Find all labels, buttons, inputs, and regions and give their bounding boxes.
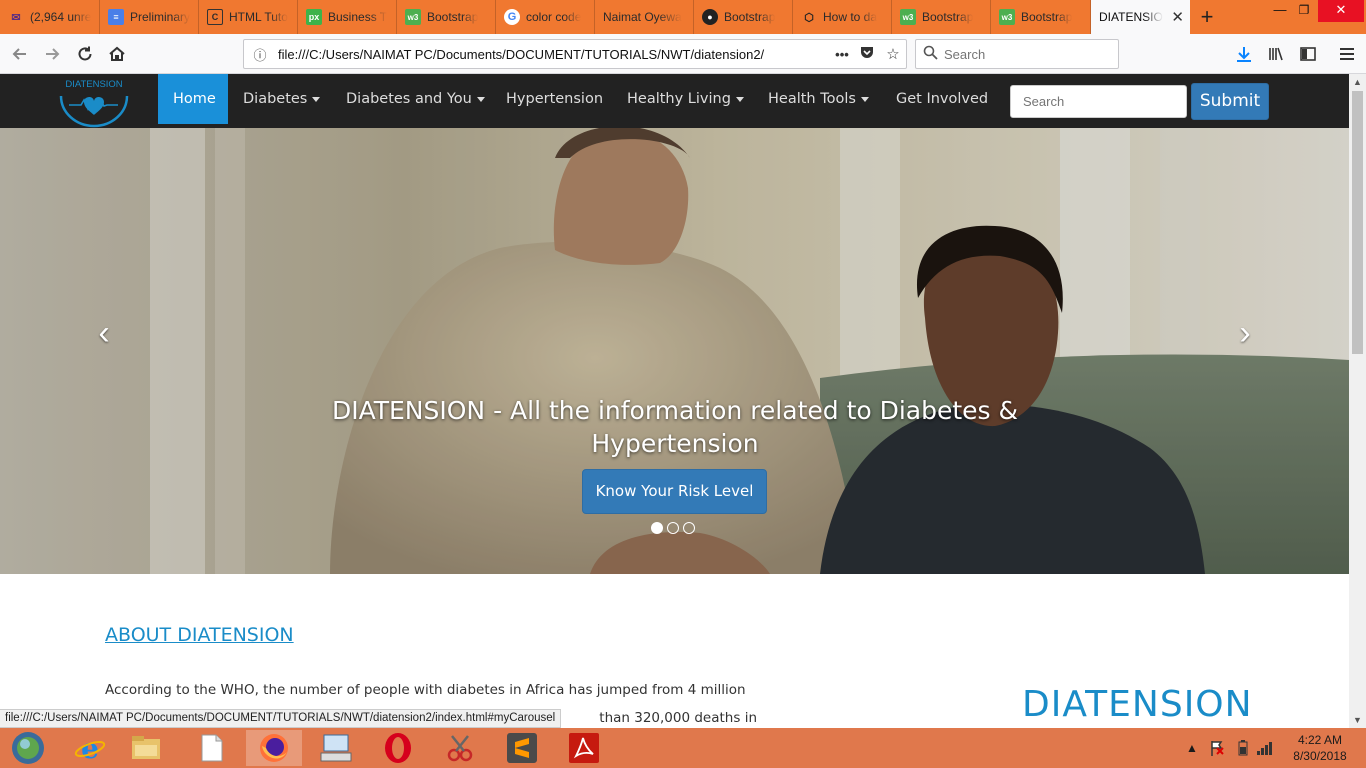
on-screen-keyboard-icon[interactable]	[308, 730, 364, 766]
url-bar[interactable]: ⓘ file:///C:/Users/NAIMAT PC/Documents/D…	[243, 39, 907, 69]
snipping-tool-icon[interactable]	[432, 730, 488, 766]
windows-taskbar: e ▲ 4:22 AM 8/30/2018	[0, 728, 1366, 768]
library-icon[interactable]	[1264, 42, 1288, 66]
browser-tab-business[interactable]: px Business T	[298, 0, 397, 34]
browser-tab-bootstrap-2[interactable]: w3 Bootstrap	[892, 0, 991, 34]
chevron-up-icon[interactable]: ▲	[1186, 741, 1198, 755]
browser-tab-mail[interactable]: ✉ (2,964 unre	[0, 0, 100, 34]
scroll-down-icon[interactable]: ▼	[1349, 712, 1366, 728]
carousel-indicator-2[interactable]	[667, 522, 679, 534]
show-hidden-icons[interactable]: ▲	[1186, 728, 1198, 768]
scroll-up-icon[interactable]: ▲	[1349, 74, 1366, 90]
menu-icon[interactable]	[1335, 42, 1359, 66]
site-search-input[interactable]	[1023, 94, 1173, 109]
new-tab-icon[interactable]: +	[1196, 3, 1218, 31]
bookmark-star-icon[interactable]: ☆	[880, 45, 906, 63]
doc-icon: ≡	[108, 9, 124, 25]
caption-line-2: Hypertension	[591, 429, 759, 458]
notepad-icon[interactable]	[184, 730, 240, 766]
start-orb-icon[interactable]	[0, 730, 56, 766]
about-title[interactable]: ABOUT DIATENSION	[105, 624, 294, 646]
close-tab-icon[interactable]: ✕	[1167, 8, 1184, 26]
browser-tab-naimat[interactable]: Naimat Oyewa	[595, 0, 694, 34]
site-search-field[interactable]	[1010, 85, 1187, 118]
nav-healthy-living[interactable]: Healthy Living	[612, 74, 759, 124]
carousel-prev-icon[interactable]: ‹	[84, 313, 124, 353]
caret-down-icon	[476, 96, 485, 102]
network-icon[interactable]	[1256, 728, 1274, 768]
submit-button[interactable]: Submit	[1191, 83, 1269, 120]
nav-diabetes-and-you[interactable]: Diabetes and You	[331, 74, 500, 124]
action-center-flag-icon[interactable]	[1208, 728, 1226, 768]
clock-date: 8/30/2018	[1293, 749, 1347, 763]
nav-hypertension[interactable]: Hypertension	[491, 74, 618, 124]
link-status-bar: file:///C:/Users/NAIMAT PC/Documents/DOC…	[0, 709, 562, 728]
downloads-icon[interactable]	[1232, 42, 1256, 66]
carousel-indicators	[651, 522, 695, 536]
w3-icon: w3	[405, 9, 421, 25]
browser-tab-bootstrap-3[interactable]: w3 Bootstrap	[991, 0, 1091, 34]
battery-icon[interactable]	[1236, 728, 1250, 768]
browser-tab-strip: ✉ (2,964 unre ≡ Preliminary C HTML Tuto …	[0, 0, 1366, 34]
browser-tab-bootstrap-1[interactable]: w3 Bootstrap	[397, 0, 496, 34]
system-clock[interactable]: 4:22 AM 8/30/2018	[1282, 732, 1358, 764]
carousel-indicator-3[interactable]	[683, 522, 695, 534]
px-icon: px	[306, 9, 322, 25]
file-explorer-icon[interactable]	[118, 730, 174, 766]
browser-tab-diatension[interactable]: DIATENSIO ✕	[1091, 0, 1190, 34]
sublime-text-icon[interactable]	[494, 730, 550, 766]
carousel-next-icon[interactable]: ›	[1225, 313, 1265, 353]
browser-search-bar[interactable]	[915, 39, 1119, 69]
caret-down-icon	[735, 96, 744, 102]
forward-icon[interactable]	[40, 42, 64, 66]
window-close-icon[interactable]: ✕	[1318, 0, 1364, 22]
nav-health-tools[interactable]: Health Tools	[753, 74, 884, 124]
page-icon: C	[207, 9, 223, 25]
browser-tab-how-to[interactable]: ⬡ How to da	[793, 0, 892, 34]
page-scrollbar[interactable]: ▲ ▼	[1349, 74, 1366, 728]
logo-text: DIATENSION	[65, 79, 122, 90]
url-text[interactable]: file:///C:/Users/NAIMAT PC/Documents/DOC…	[272, 47, 830, 62]
brand-heading: DIATENSION	[1022, 684, 1253, 725]
home-icon[interactable]	[105, 42, 129, 66]
carousel-caption: DIATENSION - All the information related…	[300, 394, 1050, 460]
page-actions-icon[interactable]: •••	[830, 47, 854, 62]
know-your-risk-button[interactable]: Know Your Risk Level	[582, 469, 767, 514]
acrobat-icon[interactable]	[556, 730, 612, 766]
caret-down-icon	[312, 96, 321, 102]
github-icon: ●	[702, 9, 718, 25]
nav-home[interactable]: Home	[158, 74, 228, 124]
internet-explorer-icon[interactable]: e	[62, 730, 118, 766]
codepen-icon: ⬡	[804, 11, 814, 24]
back-icon[interactable]	[8, 42, 32, 66]
carousel-indicator-1[interactable]	[651, 522, 663, 534]
info-icon[interactable]: ⓘ	[248, 45, 272, 64]
browser-tab-docs[interactable]: ≡ Preliminary	[100, 0, 199, 34]
site-navbar: DIATENSION Home Diabetes Diabetes and Yo…	[0, 74, 1349, 128]
browser-search-input[interactable]	[944, 46, 1104, 62]
browser-tab-html-tutorial[interactable]: C HTML Tuto	[199, 0, 298, 34]
nav-diabetes[interactable]: Diabetes	[228, 74, 335, 124]
pocket-icon[interactable]	[854, 44, 880, 64]
site-logo[interactable]: DIATENSION	[57, 76, 131, 128]
browser-tab-bootstrap-github[interactable]: ● Bootstrap	[694, 0, 793, 34]
hero-carousel: ‹ › DIATENSION - All the information rel…	[0, 128, 1349, 574]
mail-icon: ✉	[11, 11, 21, 24]
reload-icon[interactable]	[73, 42, 97, 66]
sidebar-icon[interactable]	[1296, 42, 1320, 66]
browser-toolbar: ⓘ file:///C:/Users/NAIMAT PC/Documents/D…	[0, 34, 1366, 74]
opera-icon[interactable]	[370, 730, 426, 766]
search-icon	[916, 45, 944, 63]
svg-text:e: e	[81, 732, 99, 764]
w3-icon: w3	[900, 9, 916, 25]
scrollbar-thumb[interactable]	[1352, 91, 1363, 354]
clock-time: 4:22 AM	[1297, 733, 1343, 747]
google-icon: G	[504, 9, 520, 25]
w3-icon: w3	[999, 9, 1015, 25]
caption-line-1: DIATENSION - All the information related…	[331, 396, 1019, 425]
firefox-icon[interactable]	[246, 730, 302, 766]
caret-down-icon	[860, 96, 869, 102]
nav-get-involved[interactable]: Get Involved	[881, 74, 1003, 124]
browser-tab-color-code[interactable]: G color code	[496, 0, 595, 34]
